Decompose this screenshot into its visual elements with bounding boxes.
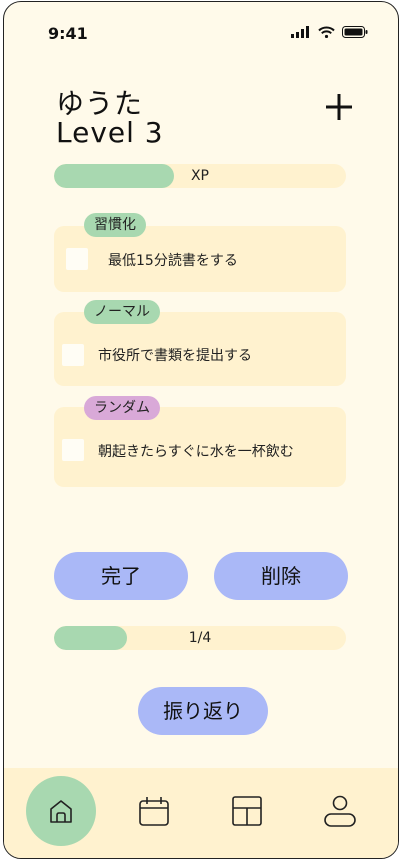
task-tag: 習慣化	[84, 213, 146, 237]
bottom-nav	[4, 768, 398, 858]
status-icons	[291, 26, 368, 38]
task-checkbox[interactable]	[62, 439, 84, 461]
task-text: 最低15分読書をする	[108, 253, 238, 269]
phone-screen: 9:41 ゆうた Level 3 XP 最低15分読書をする 習慣化 市役所で書…	[3, 1, 399, 859]
nav-calendar[interactable]	[119, 776, 189, 846]
nav-layout[interactable]	[212, 776, 282, 846]
progress-label: 1/4	[188, 630, 212, 646]
complete-button[interactable]: 完了	[54, 552, 188, 600]
nav-home[interactable]	[26, 776, 96, 846]
task-text: 市役所で書類を提出する	[98, 348, 252, 364]
task-checkbox[interactable]	[62, 344, 84, 366]
wifi-icon	[318, 26, 335, 38]
progress-bar: 1/4	[54, 626, 346, 650]
status-time: 9:41	[48, 24, 88, 43]
profile-icon	[324, 795, 356, 827]
home-icon	[50, 800, 72, 823]
nav-profile[interactable]	[305, 776, 375, 846]
task-checkbox[interactable]	[66, 248, 88, 270]
xp-bar: XP	[54, 164, 346, 188]
calendar-icon	[139, 797, 169, 826]
task-text: 朝起きたらすぐに水を一杯飲む	[98, 444, 294, 460]
xp-label: XP	[190, 168, 210, 184]
task-tag: ランダム	[84, 396, 160, 420]
review-button[interactable]: 振り返り	[138, 687, 268, 735]
task-tag: ノーマル	[84, 300, 160, 324]
layout-icon	[232, 796, 262, 826]
delete-button[interactable]: 削除	[214, 552, 348, 600]
battery-icon	[342, 26, 368, 38]
user-level: Level 3	[56, 116, 164, 149]
plus-icon[interactable]	[326, 94, 352, 120]
signal-icon	[291, 26, 309, 38]
